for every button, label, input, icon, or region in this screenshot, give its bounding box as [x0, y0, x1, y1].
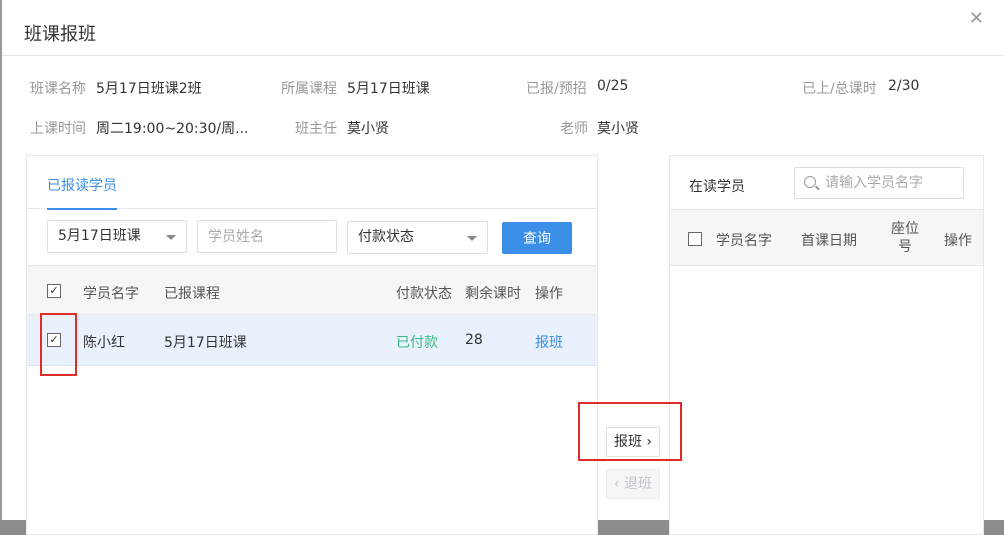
enrolled-students-panel: 已报读学员 5月17日班课 付款状态 查询 ✓ 学员名字 已报课程 付款状态 剩…: [26, 155, 598, 535]
lessons-value: 2/30: [888, 78, 920, 94]
chevron-down-icon: [467, 236, 477, 241]
column-header-name: 学员名字: [716, 233, 772, 249]
student-name-input[interactable]: [197, 220, 337, 253]
right-table-header: 学员名字 首课日期 座位号 操作: [670, 209, 983, 266]
column-header-seat: 座位号: [891, 221, 919, 255]
teacher-label: 老师: [560, 121, 588, 137]
column-header-first-lesson: 首课日期: [801, 233, 857, 249]
head-teacher-label: 班主任: [295, 121, 337, 137]
tab-bar: 已报读学员: [27, 156, 597, 210]
select-all-checkbox[interactable]: ✓: [47, 284, 61, 298]
table-row[interactable]: ✓ 陈小红 5月17日班课 已付款 28 报班: [27, 315, 597, 366]
enrolled-label: 已报/预招: [526, 81, 587, 97]
dialog-title: 班课报班: [24, 24, 96, 45]
row-enroll-link[interactable]: 报班: [535, 332, 563, 352]
enrolled-value: 0/25: [597, 78, 629, 94]
current-students-title: 在读学员: [689, 179, 745, 195]
column-header-remaining: 剩余课时: [465, 286, 521, 302]
course-select[interactable]: 5月17日班课: [47, 220, 187, 253]
schedule-label: 上课时间: [30, 121, 86, 137]
column-header-action: 操作: [535, 286, 563, 302]
teacher-value: 莫小贤: [597, 121, 639, 137]
right-select-all-checkbox[interactable]: [688, 232, 702, 246]
student-search-input[interactable]: [825, 168, 961, 198]
lessons-label: 已上/总课时: [802, 81, 877, 97]
withdraw-button-label: 退班: [624, 476, 653, 492]
chevron-down-icon: [166, 235, 176, 240]
close-icon[interactable]: ✕: [969, 8, 984, 29]
column-header-action: 操作: [944, 233, 972, 249]
chevron-left-icon: ‹: [613, 476, 625, 492]
payment-status-badge: 已付款: [396, 335, 438, 351]
current-students-panel: 在读学员 学员名字 首课日期 座位号 操作: [669, 155, 984, 535]
column-header-payment: 付款状态: [396, 286, 452, 302]
column-header-course: 已报课程: [164, 286, 220, 302]
column-header-name: 学员名字: [83, 286, 139, 302]
enroll-dialog: 班课报班 ✕ 班课名称 5月17日班课2班 所属课程 5月17日班课 已报/预招…: [0, 0, 1004, 535]
table-header: ✓ 学员名字 已报课程 付款状态 剩余课时 操作: [27, 265, 597, 315]
student-course: 5月17日班课: [164, 335, 247, 351]
checkbox-highlight-box: [40, 313, 77, 376]
class-name-value: 5月17日班课2班: [96, 81, 202, 97]
student-search-box[interactable]: [794, 167, 964, 199]
payment-status-select-value: 付款状态: [358, 229, 414, 245]
payment-status-select[interactable]: 付款状态: [347, 221, 488, 254]
class-name-label: 班课名称: [30, 81, 86, 97]
dialog-header: 班课报班 ✕: [2, 0, 1004, 56]
course-value: 5月17日班课: [347, 81, 430, 97]
student-name: 陈小红: [83, 335, 125, 351]
tab-enrolled-students[interactable]: 已报读学员: [47, 175, 117, 210]
course-select-value: 5月17日班课: [58, 228, 141, 244]
head-teacher-value: 莫小贤: [347, 121, 389, 137]
query-button[interactable]: 查询: [502, 222, 572, 254]
schedule-value: 周二19:00~20:30/周...: [96, 121, 249, 137]
course-label: 所属课程: [281, 81, 337, 97]
withdraw-button[interactable]: ‹ 退班: [606, 469, 660, 499]
search-icon: [804, 176, 816, 188]
enroll-button-highlight-box: [578, 402, 682, 461]
remaining-lessons: 28: [465, 332, 483, 348]
